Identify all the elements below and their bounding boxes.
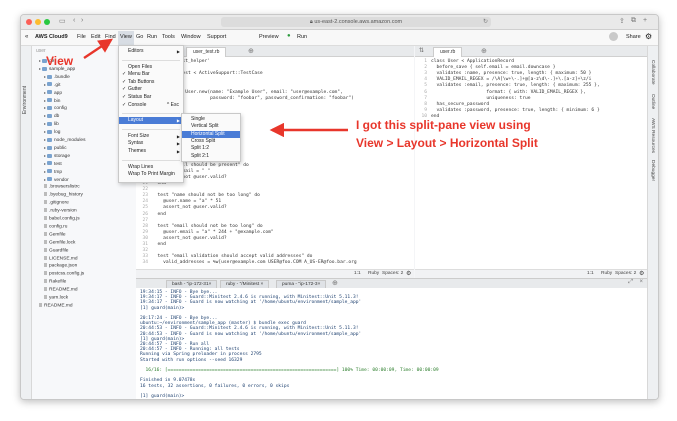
annotation-note-line2: View > Layout > Horizontal Split (356, 136, 538, 150)
annotation-note-line1: I got this split-pane view using (356, 118, 531, 132)
arrow-to-view-menu (83, 38, 113, 59)
annotation-arrows (83, 38, 348, 138)
